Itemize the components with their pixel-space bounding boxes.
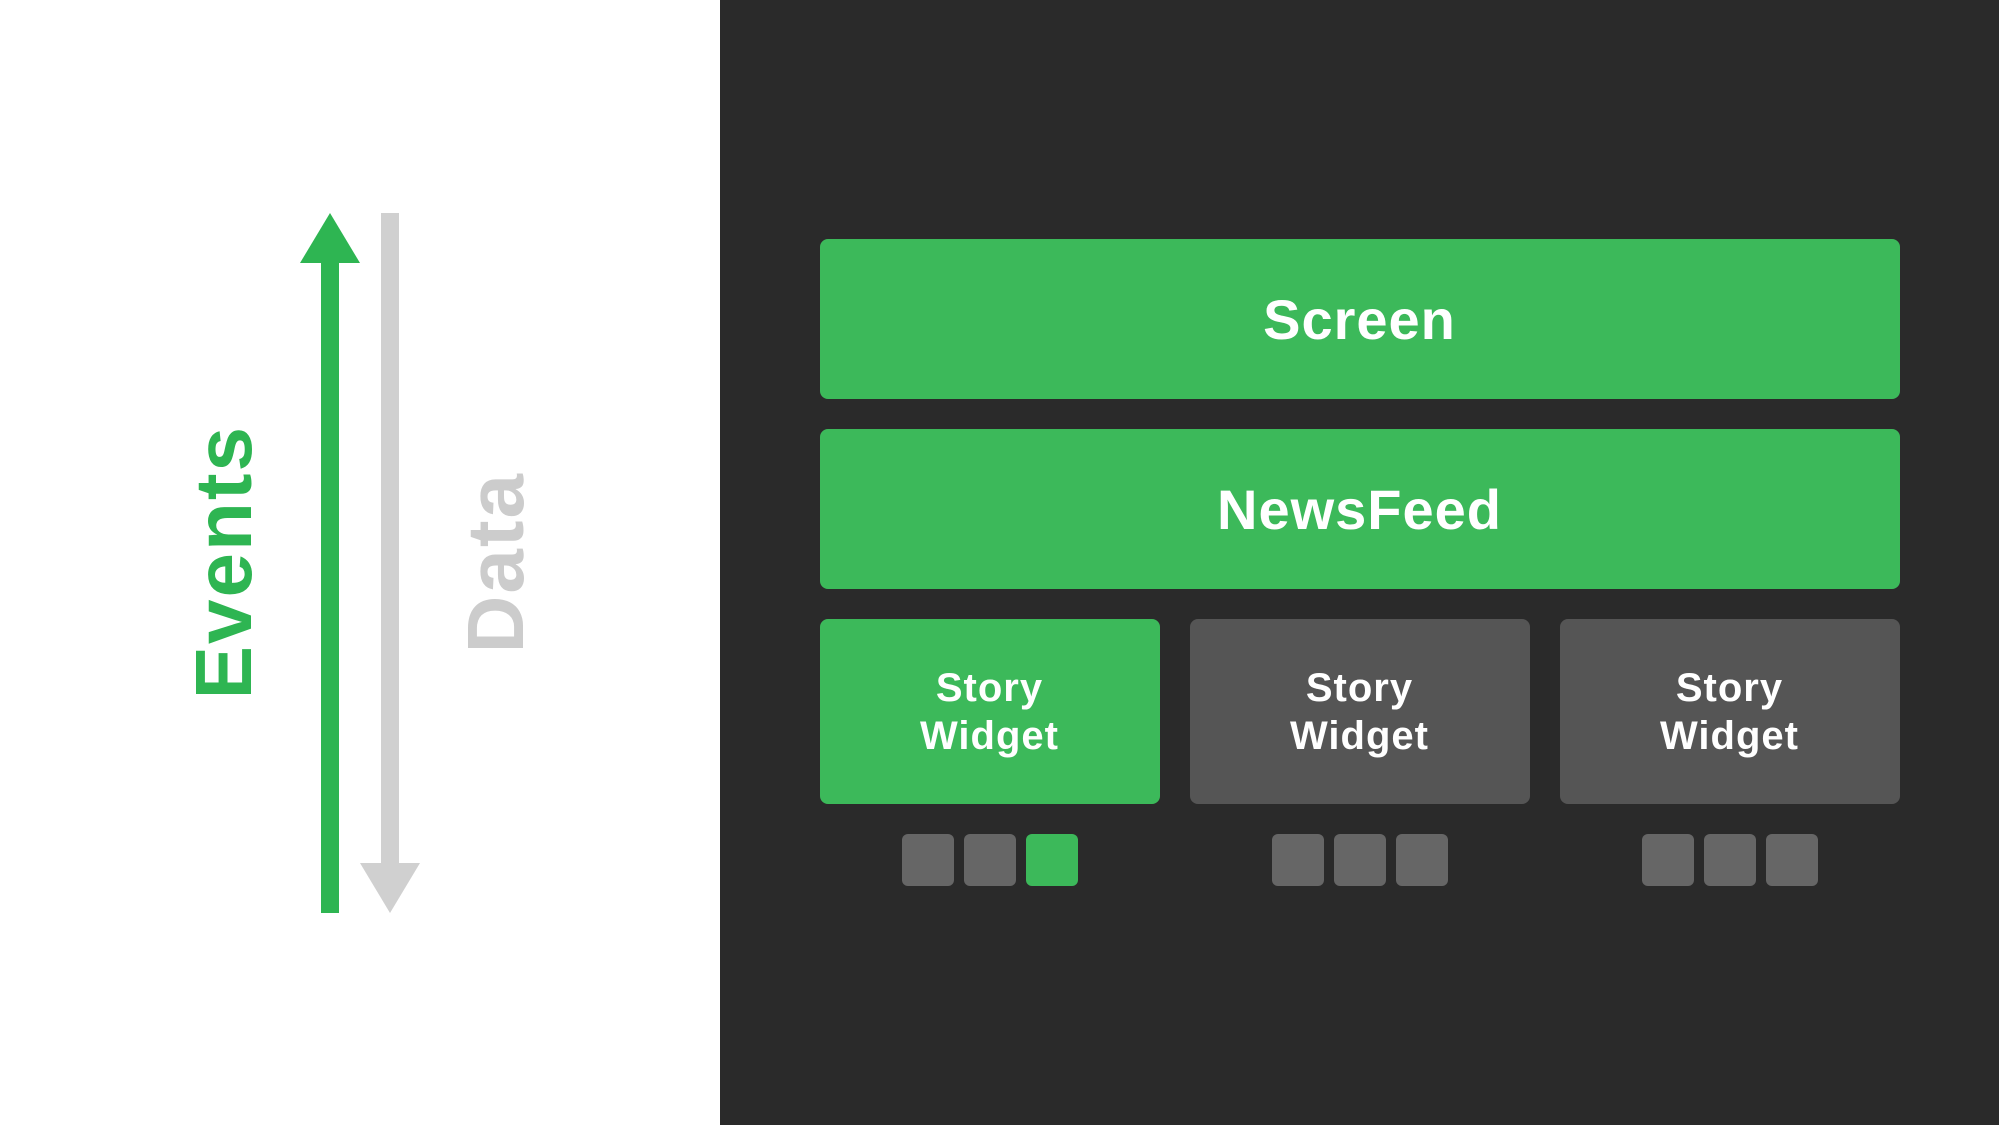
indicator-1-3 bbox=[1026, 834, 1078, 886]
screen-box: Screen bbox=[820, 239, 1900, 399]
arrow-down-shaft bbox=[381, 213, 399, 863]
indicator-1-2 bbox=[964, 834, 1016, 886]
story-widget-3: StoryWidget bbox=[1560, 619, 1900, 804]
indicator-group-1 bbox=[820, 834, 1160, 886]
arrow-down-head bbox=[360, 863, 420, 913]
data-arrow-down bbox=[360, 213, 420, 913]
newsfeed-label: NewsFeed bbox=[1217, 477, 1502, 542]
indicator-group-3 bbox=[1560, 834, 1900, 886]
indicators-row bbox=[820, 834, 1900, 886]
events-arrow-up bbox=[300, 213, 360, 913]
story-widget-1-label: StoryWidget bbox=[920, 664, 1059, 760]
newsfeed-box: NewsFeed bbox=[820, 429, 1900, 589]
data-group: Data bbox=[360, 213, 542, 913]
data-label: Data bbox=[450, 472, 542, 653]
story-widget-2-label: StoryWidget bbox=[1290, 664, 1429, 760]
screen-label: Screen bbox=[1263, 287, 1456, 352]
right-panel: Screen NewsFeed StoryWidget StoryWidget … bbox=[720, 0, 1999, 1125]
left-panel: Events Data bbox=[0, 0, 720, 1125]
story-widget-2: StoryWidget bbox=[1190, 619, 1530, 804]
indicator-2-2 bbox=[1334, 834, 1386, 886]
arrow-up-shaft bbox=[321, 263, 339, 913]
indicator-3-1 bbox=[1642, 834, 1694, 886]
events-group: Events bbox=[178, 213, 360, 913]
arrow-up-head bbox=[300, 213, 360, 263]
story-widgets-row: StoryWidget StoryWidget StoryWidget bbox=[820, 619, 1900, 804]
indicator-1-1 bbox=[902, 834, 954, 886]
indicator-group-2 bbox=[1190, 834, 1530, 886]
indicator-3-2 bbox=[1704, 834, 1756, 886]
story-widget-3-label: StoryWidget bbox=[1660, 664, 1799, 760]
indicator-2-3 bbox=[1396, 834, 1448, 886]
events-label: Events bbox=[178, 425, 270, 699]
story-widget-1: StoryWidget bbox=[820, 619, 1160, 804]
indicator-2-1 bbox=[1272, 834, 1324, 886]
indicator-3-3 bbox=[1766, 834, 1818, 886]
